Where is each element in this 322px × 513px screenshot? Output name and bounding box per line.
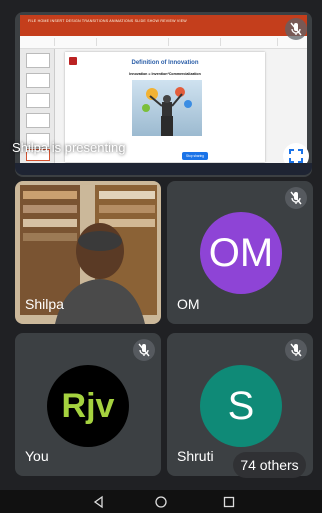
ribbon-body	[20, 36, 307, 49]
participant-mute-indicator	[285, 339, 307, 361]
mic-off-icon	[290, 343, 302, 357]
home-icon[interactable]	[154, 495, 168, 509]
presenter-mute-indicator	[285, 18, 307, 40]
slide-image	[132, 80, 202, 136]
participant-mute-indicator	[133, 339, 155, 361]
avatar: S	[200, 365, 282, 447]
others-count-button[interactable]: 74 others	[233, 452, 306, 478]
participant-name: Shruti	[177, 448, 214, 464]
recents-icon[interactable]	[222, 495, 236, 509]
participant-mute-indicator	[285, 187, 307, 209]
avatar: OM	[200, 212, 282, 294]
slide-subtitle: Innovation = Invention*Commercialization	[129, 72, 201, 76]
participant-tile-shilpa[interactable]: Shilpa	[15, 181, 161, 324]
mic-off-icon	[138, 343, 150, 357]
slide-title: Definition of Innovation	[131, 60, 199, 66]
back-icon[interactable]	[92, 495, 106, 509]
participant-tile-om[interactable]: OM OM	[167, 181, 313, 324]
avatar: Rjv	[47, 365, 129, 447]
system-navigation-bar	[0, 490, 322, 513]
stop-sharing-button[interactable]: Stop sharing	[182, 152, 208, 160]
ribbon-tabs: FILE HOME INSERT DESIGN TRANSITIONS ANIM…	[28, 19, 187, 23]
participant-tile-you[interactable]: Rjv You	[15, 333, 161, 476]
presenter-label: Shilpa is presenting	[12, 140, 126, 155]
mic-off-icon	[290, 22, 302, 36]
mic-off-icon	[290, 191, 302, 205]
participant-name: You	[25, 448, 49, 464]
participant-name: Shilpa	[25, 296, 64, 312]
shared-taskbar	[15, 163, 312, 175]
participant-name: OM	[177, 296, 200, 312]
